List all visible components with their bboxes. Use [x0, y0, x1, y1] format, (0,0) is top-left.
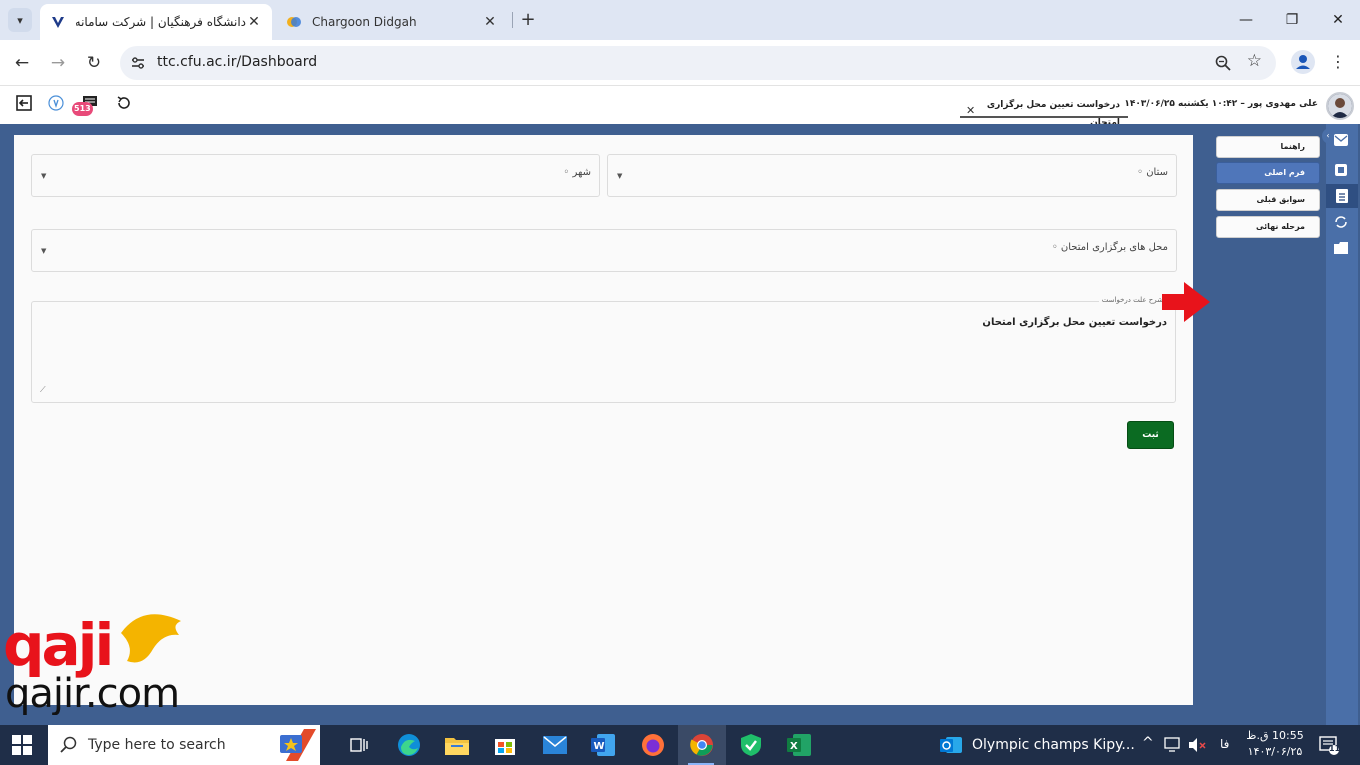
step-history[interactable]: سوابق قبلی [1216, 189, 1320, 211]
taskbar-clock[interactable]: 10:55 ق.ظ ۱۴۰۳/۰۶/۲۵ [1243, 728, 1307, 760]
step-guide[interactable]: راهنما [1216, 136, 1320, 158]
avatar[interactable] [1326, 92, 1354, 120]
forms-icon[interactable] [1326, 184, 1358, 208]
minimize-button[interactable]: — [1232, 8, 1260, 32]
qajir-watermark-logo: qaji qajir.com [3, 611, 181, 715]
svg-text:W: W [594, 741, 605, 752]
network-icon[interactable] [1164, 737, 1182, 757]
tab-chargoon[interactable]: Chargoon Didgah ✕ [276, 4, 508, 40]
svg-text:X: X [790, 741, 798, 752]
folder-icon[interactable] [1333, 240, 1349, 256]
address-bar[interactable]: ttc.cfu.ac.ir/Dashboard ☆ [120, 46, 1276, 80]
close-icon[interactable]: ✕ [482, 14, 498, 30]
svg-text:qaji: qaji [3, 611, 111, 679]
clock-time: 10:55 ق.ظ [1246, 729, 1304, 742]
url-text: ttc.cfu.ac.ir/Dashboard [157, 54, 318, 70]
close-icon[interactable]: ✕ [966, 104, 975, 117]
city-label: شهر ◦ [563, 167, 591, 178]
chevron-down-icon: ▼ [41, 172, 47, 180]
site-settings-icon[interactable] [129, 54, 147, 72]
taskbar-search-input[interactable]: Type here to search [48, 725, 320, 765]
browser-toolbar: ← → ↻ ttc.cfu.ac.ir/Dashboard ☆ ⋮ [0, 40, 1360, 86]
browser-tab-strip: ▾ دانشگاه فرهنگیان | شرکت سامانه ✕ Charg… [0, 0, 1360, 40]
app-header: 513 درخواست تعیین محل برگزاری امتحان ✕ ع… [0, 87, 1360, 128]
user-info: علی مهدوی پور – ۱۰:۴۲ یکشنبه ۱۴۰۳/۰۶/۲۵ [1124, 99, 1318, 109]
tray-expand-icon[interactable]: ^ [1142, 735, 1154, 751]
tab-divider [512, 12, 513, 28]
edge-icon[interactable] [386, 725, 432, 765]
notification-badge: 513 [72, 102, 93, 116]
file-explorer-icon[interactable] [434, 725, 480, 765]
security-app-icon[interactable] [728, 725, 774, 765]
submit-button[interactable]: ثبت [1127, 421, 1174, 449]
window-close-button[interactable]: ✕ [1324, 8, 1352, 32]
new-tab-button[interactable]: + [518, 10, 538, 30]
province-label: ستان ◦ [1137, 167, 1168, 178]
store-icon[interactable] [482, 725, 528, 765]
browser-menu-icon[interactable]: ⋮ [1330, 50, 1346, 74]
city-select[interactable]: شهر ◦ ▼ [31, 154, 600, 197]
restore-button[interactable]: ❐ [1278, 8, 1306, 32]
step-final[interactable]: مرحله نهائی [1216, 216, 1320, 238]
chargoon-favicon-icon [286, 14, 302, 30]
help-icon[interactable] [46, 93, 66, 113]
reason-legend: شرح علت درخواست [1098, 296, 1166, 304]
notification-center-icon[interactable]: 11 [1318, 735, 1340, 759]
collapse-sidebar-button[interactable]: ‹ [1322, 128, 1334, 144]
zoom-icon[interactable] [1214, 54, 1232, 72]
mail-icon[interactable] [1333, 132, 1349, 148]
windows-start-icon[interactable] [12, 735, 32, 755]
inbox-icon[interactable] [1333, 162, 1349, 178]
tab-label: Chargoon Didgah [312, 15, 417, 29]
exam-location-select[interactable]: محل های برگزاری امتحان ◦ ▼ [31, 229, 1177, 272]
search-icon [60, 736, 78, 758]
close-icon[interactable]: ✕ [246, 14, 262, 30]
search-placeholder: Type here to search [88, 737, 226, 753]
profile-avatar-icon[interactable] [1291, 50, 1315, 74]
step-main-form[interactable]: فرم اصلی [1216, 162, 1320, 184]
chevron-down-icon: ▼ [617, 172, 623, 180]
workspace: ستان ◦ ▼ شهر ◦ ▼ محل های برگزاری امتحان … [0, 124, 1360, 725]
tab-request[interactable]: درخواست تعیین محل برگزاری امتحان [960, 96, 1128, 128]
exam-location-label: محل های برگزاری امتحان ◦ [1051, 242, 1168, 253]
reason-value: درخواست تعیین محل برگزاری امتحان [982, 317, 1167, 328]
refresh-icon[interactable] [114, 93, 134, 113]
back-button[interactable]: ← [10, 51, 34, 75]
pointer-arrow-icon [1162, 282, 1210, 322]
cfu-favicon-icon [50, 14, 66, 30]
clock-date: ۱۴۰۳/۰۶/۲۵ [1247, 745, 1303, 758]
resize-handle-icon[interactable]: ⟋ [40, 385, 46, 395]
chevron-down-icon: ▼ [41, 247, 47, 255]
bookmark-star-icon[interactable]: ☆ [1247, 51, 1262, 71]
chrome-icon[interactable] [678, 725, 726, 765]
tab-search-button[interactable]: ▾ [8, 8, 32, 32]
outlook-item-text: Olympic champs Kipy... [972, 737, 1135, 753]
mail-app-icon[interactable] [532, 725, 578, 765]
task-view-icon[interactable] [336, 725, 382, 765]
forward-button[interactable]: → [46, 51, 70, 75]
reason-textarea[interactable]: شرح علت درخواست درخواست تعیین محل برگزار… [31, 296, 1176, 403]
notif-center-count: 11 [1329, 744, 1341, 753]
tab-cfu[interactable]: دانشگاه فرهنگیان | شرکت سامانه ✕ [40, 4, 272, 40]
search-highlight-icon [276, 729, 316, 765]
tab-label: دانشگاه فرهنگیان | شرکت سامانه [76, 15, 246, 29]
sync-icon[interactable] [1333, 214, 1349, 230]
volume-muted-icon[interactable] [1188, 737, 1206, 757]
word-icon[interactable]: W [580, 725, 626, 765]
excel-icon[interactable]: X [776, 725, 822, 765]
reload-button[interactable]: ↻ [82, 51, 106, 75]
language-indicator[interactable]: فا [1220, 737, 1229, 751]
watermark-site: qajir.com [5, 671, 179, 715]
right-sidebar [1326, 124, 1358, 725]
outlook-notification-item[interactable]: Olympic champs Kipy... [940, 725, 1136, 765]
province-select[interactable]: ستان ◦ ▼ [607, 154, 1177, 197]
logout-icon[interactable] [14, 93, 34, 113]
windows-taskbar: Type here to search W X Olympic champs K… [0, 725, 1360, 765]
firefox-icon[interactable] [630, 725, 676, 765]
